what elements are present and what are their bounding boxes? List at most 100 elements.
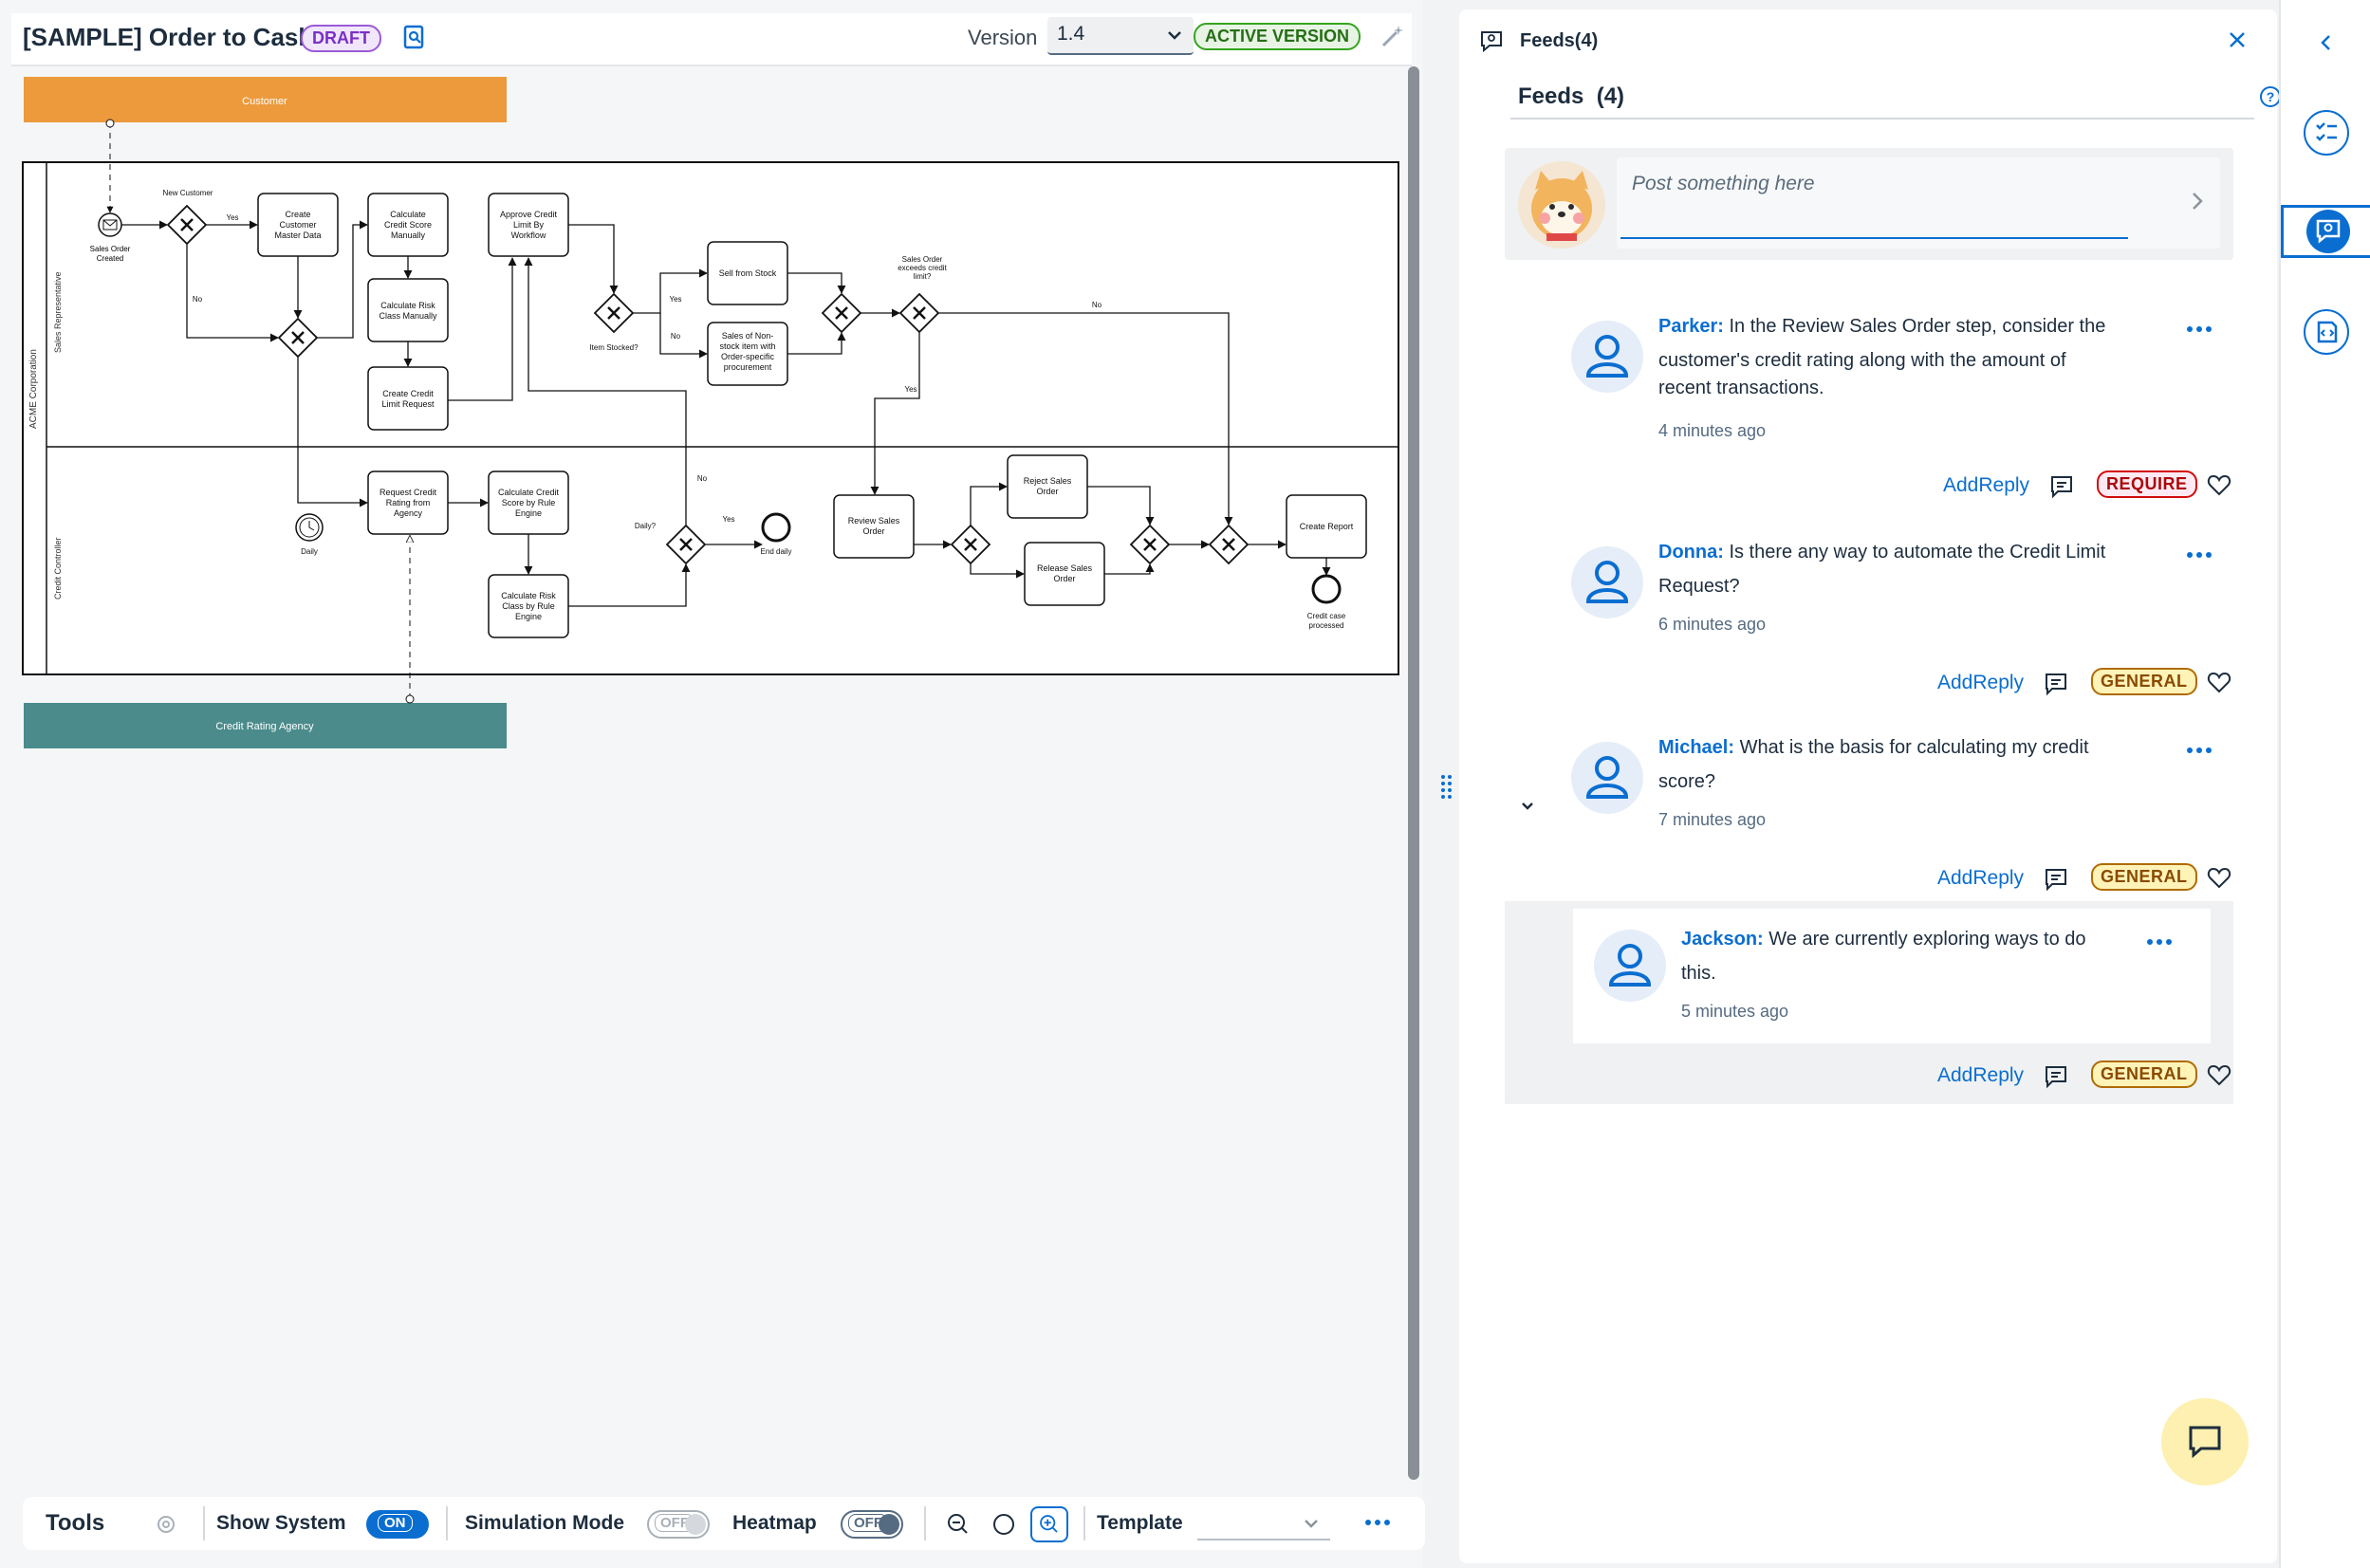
agency-pool-label: Credit Rating Agency — [215, 721, 314, 732]
svg-text:Sales of Non-: Sales of Non- — [722, 331, 774, 341]
svg-text:exceeds credit: exceeds credit — [898, 264, 947, 272]
show-system-toggle[interactable]: ON — [366, 1510, 429, 1539]
status-badge: GENERAL — [2091, 863, 2197, 891]
more-icon[interactable] — [1364, 1518, 1391, 1527]
svg-text:No: No — [193, 295, 203, 304]
magic-wand-icon[interactable] — [1378, 23, 1406, 51]
canvas-scrollbar[interactable] — [1408, 66, 1419, 1480]
svg-text:Master Data: Master Data — [274, 231, 321, 240]
user-avatar — [1518, 161, 1605, 249]
feed-timestamp: 5 minutes ago — [1681, 1002, 1789, 1021]
feed-author[interactable]: Parker: — [1658, 316, 1724, 337]
heatmap-label: Heatmap — [732, 1512, 817, 1534]
editor-toolbar: Tools Show System ON Simulation Mode OFF… — [23, 1497, 1425, 1550]
close-icon[interactable] — [2226, 28, 2249, 51]
feed-actions: AddReply GENERAL — [1571, 861, 2235, 895]
toolbar-separator — [1083, 1506, 1085, 1540]
svg-text:Yes: Yes — [904, 385, 917, 394]
comment-icon[interactable] — [2049, 474, 2074, 499]
heatmap-toggle[interactable]: OFF — [841, 1510, 903, 1539]
tasks-button[interactable] — [2304, 110, 2349, 156]
more-icon[interactable] — [2186, 550, 2213, 560]
add-reply-button[interactable]: AddReply — [1943, 474, 2029, 497]
svg-text:Limit Request: Limit Request — [381, 399, 435, 409]
svg-text:Created: Created — [97, 254, 123, 263]
active-version-badge: ACTIVE VERSION — [1194, 23, 1361, 50]
comment-icon[interactable] — [2044, 672, 2068, 696]
svg-text:limit?: limit? — [914, 272, 932, 281]
feed-text: Request? — [1658, 576, 1740, 597]
avatar — [1594, 930, 1666, 1002]
chevron-down-icon[interactable] — [1518, 797, 1537, 816]
comment-icon[interactable] — [2044, 867, 2068, 892]
svg-text:Yes: Yes — [226, 213, 238, 222]
reply-thread: Jackson: We are currently exploring ways… — [1505, 901, 2233, 1104]
add-reply-button[interactable]: AddReply — [1937, 672, 2024, 694]
status-badge: REQUIRE — [2097, 470, 2197, 498]
svg-text:Class Manually: Class Manually — [379, 311, 437, 321]
feed-actions: AddReply GENERAL — [1571, 666, 2235, 700]
zoom-out-button[interactable] — [939, 1506, 977, 1542]
more-icon[interactable] — [2146, 937, 2173, 947]
feed-author[interactable]: Donna: — [1658, 542, 1724, 563]
code-button[interactable] — [2304, 309, 2349, 355]
svg-text:Class by Rule: Class by Rule — [502, 601, 555, 611]
send-icon[interactable] — [2186, 190, 2209, 212]
feeds-icon — [2316, 219, 2341, 244]
zoom-out-icon — [948, 1514, 968, 1534]
draft-badge: DRAFT — [301, 25, 381, 52]
zoom-reset-button[interactable] — [985, 1506, 1023, 1542]
chat-button[interactable] — [2161, 1398, 2249, 1485]
acme-pool[interactable]: ACME Corporation Sales Representative Cr… — [22, 161, 1399, 675]
doc-icon[interactable] — [402, 25, 427, 51]
feeds-tab-selected[interactable] — [2281, 205, 2370, 258]
customer-pool[interactable]: Customer — [24, 77, 507, 122]
svg-text:Customer: Customer — [279, 220, 316, 230]
feed-author[interactable]: Jackson: — [1681, 929, 1764, 950]
bpmn-diagram[interactable]: Customer Credit Rating Agency ACME Corpo… — [11, 68, 1406, 761]
agency-pool[interactable]: Credit Rating Agency — [24, 703, 507, 748]
post-input[interactable]: Post something here — [1617, 157, 2220, 249]
svg-text:No: No — [697, 474, 708, 483]
more-icon[interactable] — [2186, 324, 2213, 334]
settings-icon[interactable] — [156, 1514, 176, 1535]
feed-item: Michael: What is the basis for calculati… — [1571, 730, 2235, 901]
feed-actions: AddReply GENERAL — [1571, 1059, 2235, 1093]
avatar — [1571, 546, 1643, 618]
heart-icon[interactable] — [2207, 1064, 2231, 1087]
heart-icon[interactable] — [2207, 474, 2231, 497]
comment-icon[interactable] — [2044, 1064, 2068, 1089]
code-icon — [2317, 321, 2338, 343]
svg-text:Calculate: Calculate — [390, 210, 426, 219]
svg-text:Reject Sales: Reject Sales — [1024, 476, 1072, 486]
svg-text:Calculate Risk: Calculate Risk — [501, 591, 556, 600]
template-select[interactable] — [1197, 1506, 1330, 1540]
version-select[interactable]: 1.4 — [1047, 17, 1194, 55]
svg-text:Limit By: Limit By — [513, 220, 545, 230]
svg-text:Order: Order — [1053, 574, 1075, 583]
simulation-mode-toggle[interactable]: OFF — [647, 1510, 710, 1539]
zoom-in-button[interactable] — [1030, 1506, 1068, 1542]
show-system-label: Show System — [216, 1512, 346, 1534]
add-reply-button[interactable]: AddReply — [1937, 1064, 2024, 1087]
feed-text: What is the basis for calculating my cre… — [1734, 737, 2089, 758]
collapse-left-icon[interactable] — [2317, 32, 2336, 53]
heart-icon[interactable] — [2207, 867, 2231, 890]
toolbar-separator — [446, 1506, 448, 1540]
avatar — [1571, 321, 1643, 393]
add-reply-button[interactable]: AddReply — [1937, 867, 2024, 890]
more-icon[interactable] — [2186, 746, 2213, 755]
process-editor: [SAMPLE] Order to Cash DRAFT Version 1.4… — [0, 0, 1425, 1568]
heart-icon[interactable] — [2207, 672, 2231, 694]
end-event-daily[interactable] — [761, 512, 791, 543]
svg-text:Request Credit: Request Credit — [380, 488, 437, 497]
svg-text:Approve Credit: Approve Credit — [500, 210, 558, 219]
feed-timestamp: 4 minutes ago — [1658, 421, 1767, 440]
feed-author[interactable]: Michael: — [1658, 737, 1734, 758]
timer-event-daily[interactable] — [295, 513, 324, 542]
svg-text:Credit case: Credit case — [1307, 612, 1346, 620]
reply-item: Jackson: We are currently exploring ways… — [1573, 909, 2211, 1043]
panel-splitter-handle[interactable] — [1440, 773, 1453, 802]
side-rail — [2279, 0, 2370, 1568]
end-event-credit-case[interactable] — [1311, 574, 1342, 604]
